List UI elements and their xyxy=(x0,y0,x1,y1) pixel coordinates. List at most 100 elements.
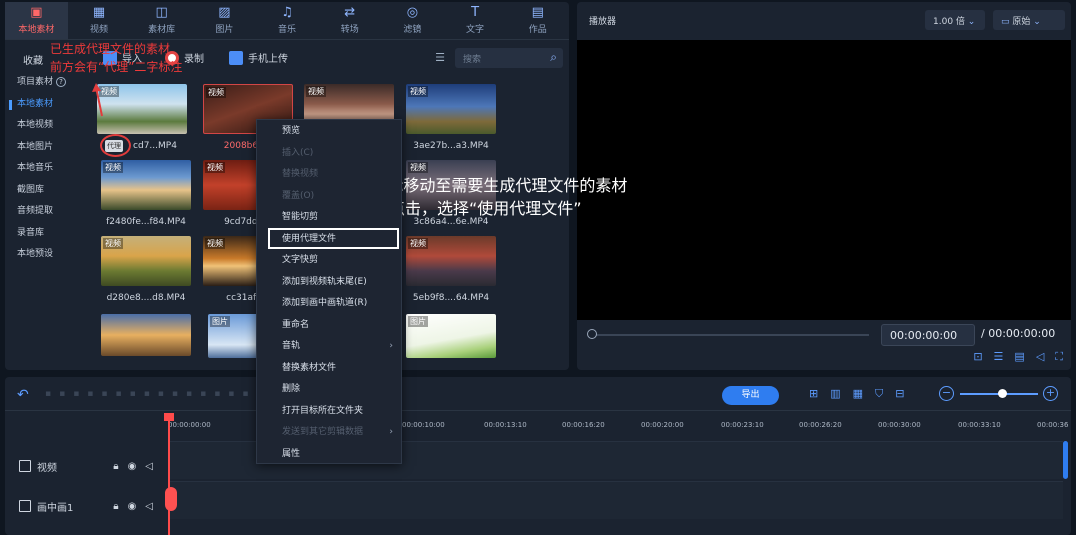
menu-item-open-folder[interactable]: 打开目标所在文件夹 xyxy=(257,401,401,423)
sidebar-item-presets[interactable]: 本地预设 xyxy=(17,244,87,266)
lock-icon[interactable]: 🔒︎ xyxy=(113,501,118,512)
playhead[interactable] xyxy=(168,415,170,535)
menu-item-audio-track[interactable]: 音轨 › xyxy=(257,336,401,358)
nav-library[interactable]: ◫ 素材库 xyxy=(130,2,193,39)
track-header-pip: 画中画1 🔒︎ ◉ ◁ xyxy=(5,487,163,525)
menu-item-rename[interactable]: 重命名 xyxy=(257,315,401,337)
phone-icon xyxy=(229,50,243,65)
menu-item-replace-file[interactable]: 替换素材文件 xyxy=(257,358,401,380)
help-icon[interactable]: ? xyxy=(56,77,67,87)
chevron-down-icon: ⌄ xyxy=(967,17,976,27)
media-card[interactable] xyxy=(101,314,191,356)
eye-icon[interactable]: ◉ xyxy=(128,501,137,512)
subtitle-icon[interactable]: ▤ xyxy=(1014,350,1024,364)
sort-icon[interactable]: ☰ xyxy=(435,51,445,64)
media-sidebar: 项目素材? 本地素材 本地视频 本地图片 本地音乐 截图库 音频提取 录音库 本… xyxy=(9,72,87,266)
proxy-note-line2: 前方会有“代理”二字标注 xyxy=(50,60,183,74)
playback-progress-track[interactable] xyxy=(589,334,869,336)
menu-item-add-to-video-track[interactable]: 添加到视频轨末尾(E) xyxy=(257,272,401,294)
sidebar-item-local-media[interactable]: 本地素材 xyxy=(9,94,87,116)
current-time-input[interactable]: 00:00:00:00 xyxy=(881,324,975,346)
volume-icon[interactable]: ◁ xyxy=(1036,350,1044,364)
playhead-marker[interactable] xyxy=(165,487,177,511)
track-row-pip[interactable] xyxy=(168,481,1063,519)
nav-music[interactable]: ♫ 音乐 xyxy=(256,2,319,39)
nav-local-media[interactable]: ▣ 本地素材 xyxy=(5,2,68,39)
nav-transition[interactable]: ⇄ 转场 xyxy=(318,2,381,39)
media-thumbnail: 视频 xyxy=(101,160,191,210)
local-media-icon: ▣ xyxy=(30,5,43,20)
sidebar-item-recordings[interactable]: 录音库 xyxy=(17,223,87,245)
volume-icon[interactable]: ◁ xyxy=(145,461,153,472)
menu-item-properties[interactable]: 属性 xyxy=(257,444,401,466)
nav-text[interactable]: T 文字 xyxy=(444,2,507,39)
aspect-ratio-select[interactable]: ▭ 原始 ⌄ xyxy=(993,10,1065,30)
image-icon: ▨ xyxy=(218,5,231,20)
split-icon[interactable]: ⊞ xyxy=(809,387,818,401)
zoom-in-icon[interactable]: + xyxy=(1043,386,1058,401)
layout-icon[interactable]: ▦ xyxy=(853,387,863,401)
fullscreen-icon[interactable]: ⛶ xyxy=(1055,350,1063,364)
preview-screen[interactable] xyxy=(577,40,1071,320)
export-button[interactable]: 导出 xyxy=(722,386,779,405)
nav-works[interactable]: ▤ 作品 xyxy=(506,2,569,39)
sidebar-item-local-image[interactable]: 本地图片 xyxy=(17,137,87,159)
menu-item-preview[interactable]: 预览 xyxy=(257,121,401,143)
zoom-slider-knob[interactable] xyxy=(998,389,1007,398)
media-thumbnail: 图片 xyxy=(208,314,258,358)
menu-item-smart-cut[interactable]: 智能切剪 xyxy=(257,207,401,229)
lock-icon[interactable]: 🔒︎ xyxy=(113,461,118,472)
proxy-highlight-circle xyxy=(100,134,131,157)
playback-progress-knob[interactable] xyxy=(587,329,597,339)
menu-item-text-cut[interactable]: 文字快剪 xyxy=(257,250,401,272)
video-track-icon xyxy=(19,460,31,472)
columns-icon[interactable]: ▥ xyxy=(830,387,840,401)
ruler-tick: 00:00:23:10 xyxy=(721,421,764,429)
red-arrow-icon xyxy=(92,83,103,117)
playlist-icon[interactable]: ☰ xyxy=(994,350,1004,364)
nav-image[interactable]: ▨ 图片 xyxy=(193,2,256,39)
media-name: d280e8....d8.MP4 xyxy=(106,293,186,303)
media-card[interactable]: 图片 xyxy=(208,314,258,358)
speed-select[interactable]: 1.00 倍 ⌄ xyxy=(925,10,985,30)
media-thumbnail xyxy=(101,314,191,356)
sidebar-item-local-music[interactable]: 本地音乐 xyxy=(17,158,87,180)
nav-filter[interactable]: ◎ 滤镜 xyxy=(381,2,444,39)
zoom-out-icon[interactable]: − xyxy=(939,386,954,401)
media-card[interactable]: 视频 3ae27b...a3.MP4 xyxy=(406,84,496,151)
undo-icon[interactable]: ↶ xyxy=(17,387,29,403)
sidebar-item-screenshots[interactable]: 截图库 xyxy=(17,180,87,202)
favorites-label[interactable]: 收藏 xyxy=(23,52,43,67)
menu-item-add-to-pip-track[interactable]: 添加到画中画轨道(R) xyxy=(257,293,401,315)
eye-icon[interactable]: ◉ xyxy=(128,461,137,472)
shield-icon[interactable]: ⛉ xyxy=(875,387,883,401)
media-card[interactable]: 视频 d280e8....d8.MP4 xyxy=(101,236,191,303)
chevron-right-icon: › xyxy=(389,427,393,437)
text-icon: T xyxy=(471,5,480,20)
ruler-tick: 00:00:36 xyxy=(1037,421,1069,429)
search-icon[interactable]: ⌕ xyxy=(550,50,557,65)
timeline-scrollbar[interactable] xyxy=(1063,441,1068,479)
volume-icon[interactable]: ◁ xyxy=(145,501,153,512)
player-controls: ⊡ ☰ ▤ ◁ ⛶ xyxy=(973,350,1063,364)
sidebar-item-project-media[interactable]: 项目素材? xyxy=(17,72,87,94)
fit-icon[interactable]: ⊟ xyxy=(895,387,904,401)
selected-item-highlight xyxy=(268,228,399,249)
media-card[interactable]: 视频 f2480fe...f84.MP4 xyxy=(101,160,191,227)
sidebar-item-audio-extract[interactable]: 音频提取 xyxy=(17,201,87,223)
nav-video[interactable]: ▦ 视频 xyxy=(68,2,131,39)
media-thumbnail: 视频 xyxy=(406,84,496,134)
music-icon: ♫ xyxy=(281,5,293,20)
menu-item-delete[interactable]: 删除 xyxy=(257,379,401,401)
search-input[interactable]: 搜索 ⌕ xyxy=(455,48,563,68)
media-card[interactable]: 图片 xyxy=(406,314,496,358)
media-name: 5eb9f8....64.MP4 xyxy=(412,293,490,303)
media-card[interactable]: 视频 5eb9f8....64.MP4 xyxy=(406,236,496,303)
timeline-tool-icons: ⊞ ▥ ▦ ⛉ ⊟ xyxy=(809,387,905,401)
media-nav: ▣ 本地素材 ▦ 视频 ◫ 素材库 ▨ 图片 ♫ 音乐 ⇄ 转场 ◎ 滤镜 T 文字 ▤ 作品 xyxy=(5,2,569,40)
screenshot-icon[interactable]: ⊡ xyxy=(973,350,982,364)
media-card[interactable]: 视频 代理 cd7...MP4 xyxy=(97,84,187,157)
filter-icon: ◎ xyxy=(406,5,419,20)
sidebar-item-local-video[interactable]: 本地视频 xyxy=(17,115,87,137)
phone-upload-button[interactable]: 手机上传 xyxy=(229,50,288,65)
